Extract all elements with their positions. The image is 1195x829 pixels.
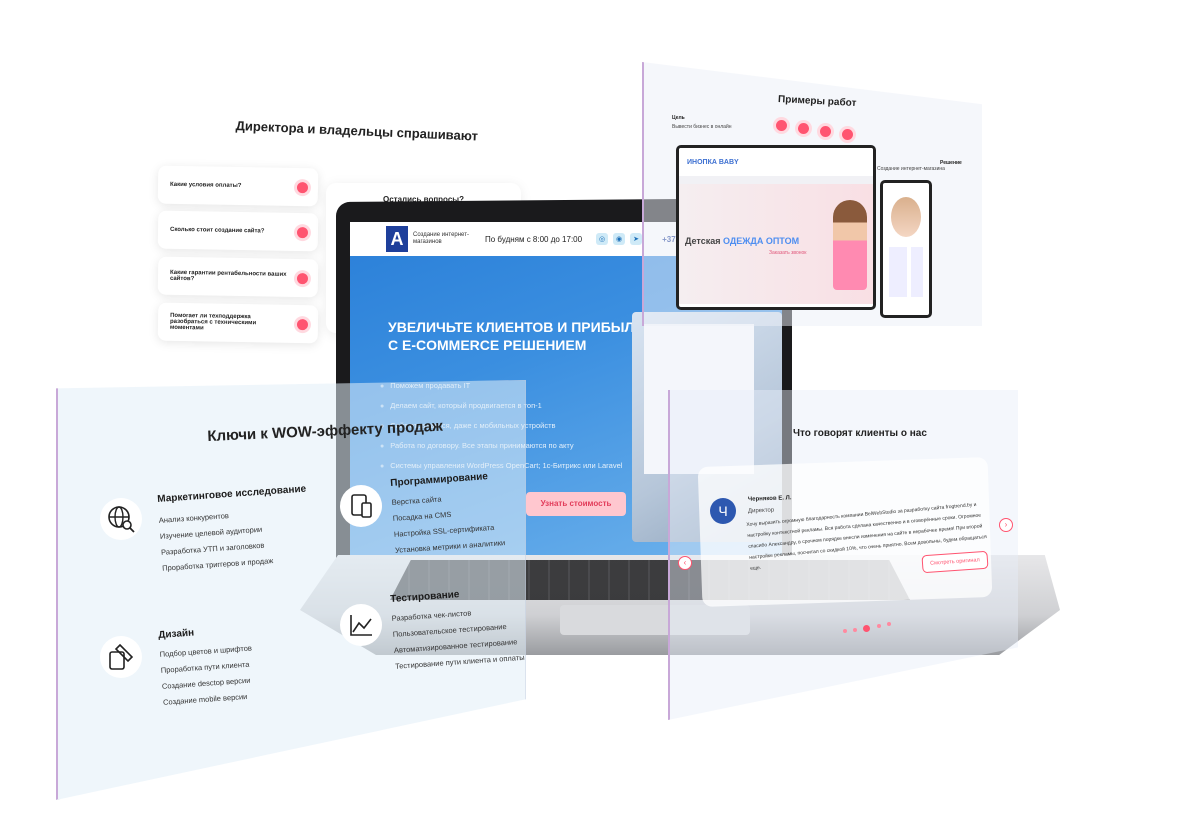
- solution-text: Создание интернет-магазина: [877, 166, 945, 172]
- goal-text: Вывести бизнес в онлайн: [672, 124, 732, 130]
- faq-item-label: Какие гарантии рентабельности ваших сайт…: [169, 269, 287, 283]
- site-logo[interactable]: A: [386, 226, 408, 252]
- review-pager-dot[interactable]: [887, 622, 891, 626]
- expand-dot-icon: [296, 319, 309, 331]
- shop-hero-title: Детская ОДЕЖДА ОПТОМ: [685, 236, 799, 246]
- faq-item-label: Сколько стоит создание сайта?: [169, 226, 265, 235]
- faq-title: Директора и владельцы спрашивают: [235, 118, 479, 144]
- key-block-design: Дизайн Подбор цветов и шрифтов Проработк…: [158, 624, 256, 711]
- faq-item-guarantee[interactable]: Какие гарантии рентабельности ваших сайт…: [157, 256, 319, 298]
- shop-hero-callback[interactable]: Заказать звонок: [769, 250, 806, 256]
- expand-dot-icon: [296, 227, 309, 239]
- mobile-product-grid: [889, 247, 923, 297]
- key-block-programming: Программирование Верстка сайта Посадка н…: [390, 470, 506, 559]
- faq-item-support[interactable]: Помогает ли техподдержка разобраться с т…: [157, 302, 319, 344]
- faq-item-price[interactable]: Сколько стоит создание сайта?: [157, 210, 319, 252]
- portfolio-mobile-screenshot[interactable]: [880, 180, 932, 318]
- expand-dot-icon: [296, 273, 309, 285]
- next-review-button[interactable]: ›: [999, 518, 1013, 532]
- review-pager-dot[interactable]: [843, 629, 847, 633]
- pen-tablet-icon: [100, 636, 142, 678]
- portfolio-desktop-screenshot[interactable]: ИНОПКА BABY Детская ОДЕЖДА ОПТОМ Заказат…: [676, 145, 876, 310]
- work-hours: По будням с 8:00 до 17:00: [485, 234, 583, 244]
- review-pager-dot-active[interactable]: [863, 625, 870, 632]
- review-pager-dot[interactable]: [877, 624, 881, 628]
- works-nav-dot[interactable]: [820, 126, 831, 137]
- goal-label: Цель: [672, 115, 685, 121]
- reviewer-avatar: Ч: [710, 498, 736, 524]
- works-nav-dot[interactable]: [776, 120, 787, 131]
- mobile-model-photo: [891, 197, 921, 237]
- hero-title: Увеличьте клиентов и прибыль с E-COMMERC…: [388, 319, 645, 353]
- works-nav-dot[interactable]: [842, 129, 853, 140]
- expand-dot-icon: [296, 182, 309, 194]
- key-list: Анализ конкурентов Изучение целевой ауди…: [158, 503, 311, 577]
- devices-icon: [340, 485, 382, 527]
- key-list: Подбор цветов и шрифтов Проработка пути …: [159, 641, 256, 711]
- faq-item-label: Помогает ли техподдержка разобраться с т…: [169, 312, 257, 332]
- shop-hero-title-b: ОДЕЖДА ОПТОМ: [722, 236, 800, 246]
- globe-search-icon: [100, 498, 142, 540]
- key-block-marketing: Маркетинговое исследование Анализ конкур…: [157, 484, 312, 577]
- viber-icon[interactable]: ◉: [613, 233, 626, 245]
- get-price-button[interactable]: Узнать стоимость: [526, 492, 626, 516]
- shop-hero-title-a: Детская: [685, 236, 721, 246]
- works-nav-dot[interactable]: [798, 123, 809, 134]
- key-list: Верстка сайта Посадка на CMS Настройка S…: [391, 487, 506, 559]
- model-photo: [833, 200, 867, 290]
- telegram-icon[interactable]: ➤: [630, 233, 643, 245]
- shop-nav-bar: [679, 176, 873, 184]
- faq-item-label: Какие условия оплаты?: [169, 181, 242, 190]
- faq-item-payment[interactable]: Какие условия оплаты?: [157, 165, 319, 207]
- shop-hero: Детская ОДЕЖДА ОПТОМ Заказать звонок: [679, 184, 873, 304]
- reviews-title: Что говорят клиенты о нас: [793, 428, 927, 439]
- site-logo-text: Создание интернет-магазинов: [413, 232, 469, 245]
- whatsapp-icon[interactable]: ◎: [596, 233, 609, 245]
- key-list: Разработка чек-листов Пользовательское т…: [391, 602, 525, 675]
- key-block-testing: Тестирование Разработка чек-листов Польз…: [390, 585, 525, 675]
- shop-brand: ИНОПКА BABY: [679, 148, 873, 176]
- prev-review-button[interactable]: ‹: [678, 556, 692, 570]
- chart-line-icon: [340, 604, 382, 646]
- reviewer-role: Директор: [747, 507, 775, 515]
- review-pager-dot[interactable]: [853, 628, 857, 632]
